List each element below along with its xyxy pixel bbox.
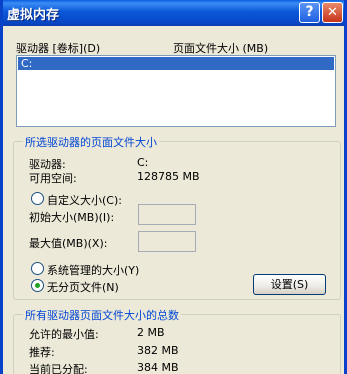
no-paging-file-label[interactable]: 无分页文件(N) (47, 279, 119, 295)
initial-size-label: 初始大小(MB)(I): (29, 211, 115, 224)
system-managed-label[interactable]: 系统管理的大小(Y) (47, 262, 139, 278)
free-space-value: 128785 MB (137, 170, 200, 183)
help-button[interactable]: ? (299, 2, 320, 23)
selected-drive-group-title: 所选驱动器的页面文件大小 (23, 134, 159, 150)
max-size-label: 最大值(MB)(X): (29, 237, 108, 250)
set-button[interactable]: 设置(S) (253, 274, 326, 295)
max-size-field[interactable] (138, 231, 196, 252)
drive-letter: C: (21, 57, 33, 70)
close-button[interactable]: ✕ (322, 2, 343, 23)
drive-column-header: 驱动器 [卷标](D) (16, 42, 101, 55)
min-allowed-value: 2 MB (137, 326, 165, 339)
recommended-value: 382 MB (137, 344, 179, 357)
set-button-label: 设置(S) (270, 278, 309, 291)
custom-size-radio[interactable] (31, 192, 44, 205)
currently-allocated-value: 384 MB (137, 361, 179, 374)
virtual-memory-dialog: 虚拟内存 ? ✕ 驱动器 [卷标](D) 页面文件大小 (MB) C: 所选驱动… (0, 0, 347, 374)
list-item[interactable]: C: (18, 57, 334, 70)
close-icon: ✕ (327, 5, 338, 20)
radio-selected-dot (35, 283, 40, 288)
window-title: 虚拟内存 (7, 8, 60, 23)
help-icon: ? (305, 4, 314, 20)
custom-size-label[interactable]: 自定义大小(C): (47, 192, 122, 208)
system-managed-radio[interactable] (31, 262, 44, 275)
min-allowed-label: 允许的最小值: (29, 328, 99, 341)
initial-size-field[interactable] (138, 204, 196, 225)
free-space-label: 可用空间: (29, 172, 77, 185)
recommended-label: 推荐: (29, 346, 55, 359)
currently-allocated-label: 当前已分配: (29, 363, 88, 374)
no-paging-file-radio[interactable] (31, 279, 44, 292)
drive-listbox[interactable]: C: (16, 55, 336, 127)
title-bar[interactable]: 虚拟内存 ? ✕ (3, 0, 344, 26)
drive-value: C: (137, 156, 149, 169)
totals-group-title: 所有驱动器页面文件大小的总数 (23, 307, 181, 323)
pagefile-column-header: 页面文件大小 (MB) (173, 42, 269, 55)
